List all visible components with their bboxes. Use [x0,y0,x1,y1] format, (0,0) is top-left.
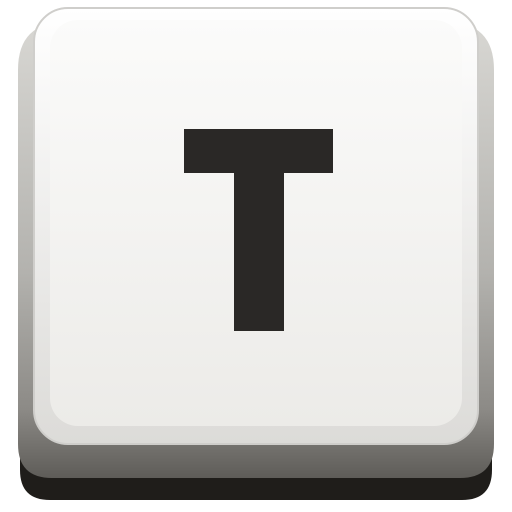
keyboard-key-t-icon: T [0,0,512,512]
